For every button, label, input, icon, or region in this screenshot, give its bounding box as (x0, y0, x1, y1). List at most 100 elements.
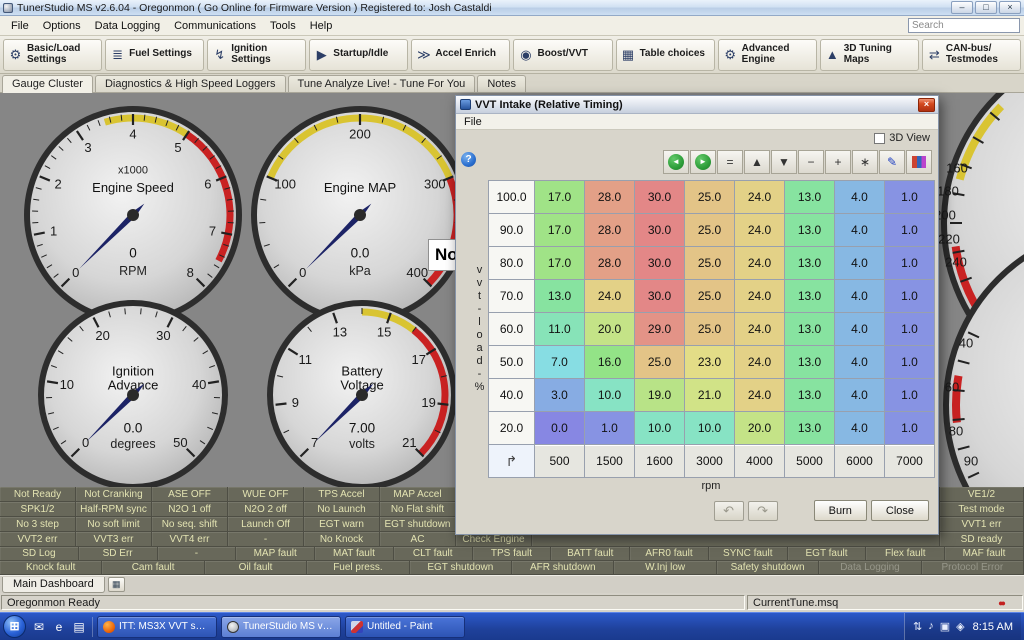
menu-item-data-logging[interactable]: Data Logging (88, 18, 167, 34)
vvt-cell[interactable]: 24.0 (735, 280, 785, 313)
safety-icon[interactable]: ▣ (940, 620, 950, 633)
nav-back-button[interactable]: ◄ (663, 150, 689, 174)
vvt-cell[interactable]: 24.0 (585, 280, 635, 313)
help-icon[interactable]: ? (461, 152, 476, 167)
vvt-cell[interactable]: 30.0 (635, 214, 685, 247)
view-3d-checkbox[interactable] (874, 133, 885, 144)
vvt-cell[interactable]: 1.0 (885, 346, 935, 379)
vvt-cell[interactable]: 10.0 (635, 412, 685, 445)
vvt-cell[interactable]: 7.0 (535, 346, 585, 379)
undo-button[interactable]: ↶ (714, 501, 744, 521)
startup-idle-button[interactable]: ▶Startup/Idle (309, 39, 408, 71)
nav-forward-button[interactable]: ► (690, 150, 716, 174)
redo-button[interactable]: ↷ (748, 501, 778, 521)
menu-item-options[interactable]: Options (36, 18, 88, 34)
edit-pencil-button[interactable]: ✎ (879, 150, 905, 174)
vvt-cell[interactable]: 16.0 (585, 346, 635, 379)
ignition-settings-button[interactable]: ↯Ignition Settings (207, 39, 306, 71)
can-bus-testmodes-button[interactable]: ⇄CAN-bus/ Testmodes (922, 39, 1021, 71)
vvt-cell[interactable]: 0.0 (535, 412, 585, 445)
vvt-cell[interactable]: 25.0 (685, 214, 735, 247)
taskbar-window-firefox[interactable]: ITT: MS3X VVT setti... (97, 616, 217, 638)
volume-icon[interactable]: ♪ (928, 620, 934, 633)
dashboard-selector-icon[interactable]: ▦ (108, 577, 125, 592)
vvt-cell[interactable]: 25.0 (685, 313, 735, 346)
vvt-cell[interactable]: 1.0 (885, 412, 935, 445)
minimize-button[interactable]: – (951, 1, 973, 14)
tab-diagnostics-high-speed-loggers[interactable]: Diagnostics & High Speed Loggers (95, 75, 286, 92)
menu-item-file[interactable]: File (4, 18, 36, 34)
vvt-cell[interactable]: 13.0 (535, 280, 585, 313)
vvt-cell[interactable]: 4.0 (835, 313, 885, 346)
vvt-cell[interactable]: 25.0 (635, 346, 685, 379)
vvt-cell[interactable]: 28.0 (585, 247, 635, 280)
search-input[interactable] (908, 18, 1020, 33)
updates-icon[interactable]: ◈ (956, 620, 964, 633)
vvt-cell[interactable]: 1.0 (885, 214, 935, 247)
basic-load-settings-button[interactable]: ⚙Basic/Load Settings (3, 39, 102, 71)
vvt-cell[interactable]: 4.0 (835, 412, 885, 445)
vvt-cell[interactable]: 25.0 (685, 280, 735, 313)
menu-item-tools[interactable]: Tools (263, 18, 303, 34)
vvt-cell[interactable]: 28.0 (585, 214, 635, 247)
vvt-cell[interactable]: 23.0 (685, 346, 735, 379)
vvt-cell[interactable]: 21.0 (685, 379, 735, 412)
vvt-cell[interactable]: 13.0 (785, 247, 835, 280)
vvt-cell[interactable]: 24.0 (735, 346, 785, 379)
dialog-close-button[interactable]: × (918, 98, 935, 112)
vvt-cell[interactable]: 19.0 (635, 379, 685, 412)
vvt-cell[interactable]: 30.0 (635, 247, 685, 280)
vvt-cell[interactable]: 13.0 (785, 379, 835, 412)
tab-tune-analyze-live-tune-for-you[interactable]: Tune Analyze Live! - Tune For You (288, 75, 476, 92)
vvt-cell[interactable]: 1.0 (885, 181, 935, 214)
close-dialog-button[interactable]: Close (871, 500, 929, 521)
vvt-cell[interactable]: 4.0 (835, 346, 885, 379)
axis-corner-button[interactable]: ↱ (489, 445, 535, 478)
vvt-cell[interactable]: 24.0 (735, 313, 785, 346)
vvt-cell[interactable]: 13.0 (785, 412, 835, 445)
increment-up-button[interactable]: ▲ (744, 150, 770, 174)
vvt-cell[interactable]: 24.0 (735, 181, 785, 214)
color-palette-button[interactable] (906, 150, 932, 174)
vvt-cell[interactable]: 24.0 (735, 214, 785, 247)
vvt-cell[interactable]: 1.0 (885, 247, 935, 280)
vvt-cell[interactable]: 1.0 (885, 379, 935, 412)
vvt-cell[interactable]: 13.0 (785, 214, 835, 247)
vvt-cell[interactable]: 11.0 (535, 313, 585, 346)
multiply-button[interactable]: ∗ (852, 150, 878, 174)
vvt-cell[interactable]: 17.0 (535, 214, 585, 247)
vvt-cell[interactable]: 13.0 (785, 346, 835, 379)
vvt-cell[interactable]: 13.0 (785, 181, 835, 214)
vvt-cell[interactable]: 17.0 (535, 247, 585, 280)
vvt-cell[interactable]: 3.0 (535, 379, 585, 412)
tab-main-dashboard[interactable]: Main Dashboard (2, 577, 105, 593)
increase-button[interactable]: + (825, 150, 851, 174)
vvt-cell[interactable]: 25.0 (685, 247, 735, 280)
dialog-titlebar[interactable]: VVT Intake (Relative Timing) × (456, 96, 938, 114)
menu-item-help[interactable]: Help (303, 18, 340, 34)
tab-notes[interactable]: Notes (477, 75, 526, 92)
menu-item-communications[interactable]: Communications (167, 18, 263, 34)
decrease-button[interactable]: − (798, 150, 824, 174)
vvt-cell[interactable]: 30.0 (635, 181, 685, 214)
vvt-cell[interactable]: 4.0 (835, 379, 885, 412)
window-titlebar[interactable]: TunerStudio MS v2.6.04 - Oregonmon ( Go … (0, 0, 1024, 16)
vvt-cell[interactable]: 13.0 (785, 280, 835, 313)
vvt-cell[interactable]: 10.0 (685, 412, 735, 445)
taskbar-window-tunerstudio[interactable]: TunerStudio MS v2... (221, 616, 341, 638)
show-desktop-icon[interactable]: ▤ (70, 618, 88, 636)
vvt-cell[interactable]: 1.0 (585, 412, 635, 445)
tab-gauge-cluster[interactable]: Gauge Cluster (2, 75, 93, 93)
start-button[interactable]: ⊞ (3, 615, 26, 638)
taskbar-window-paint[interactable]: Untitled - Paint (345, 616, 465, 638)
set-equal-button[interactable]: = (717, 150, 743, 174)
vvt-cell[interactable]: 4.0 (835, 280, 885, 313)
network-icon[interactable]: ⇅ (913, 620, 922, 633)
fuel-settings-button[interactable]: ≣Fuel Settings (105, 39, 204, 71)
vvt-cell[interactable]: 29.0 (635, 313, 685, 346)
maximize-button[interactable]: □ (975, 1, 997, 14)
dialog-menu-file[interactable]: File (456, 116, 490, 128)
vvt-cell[interactable]: 20.0 (735, 412, 785, 445)
vvt-cell[interactable]: 28.0 (585, 181, 635, 214)
view-3d-toggle[interactable]: 3D View (874, 132, 930, 144)
